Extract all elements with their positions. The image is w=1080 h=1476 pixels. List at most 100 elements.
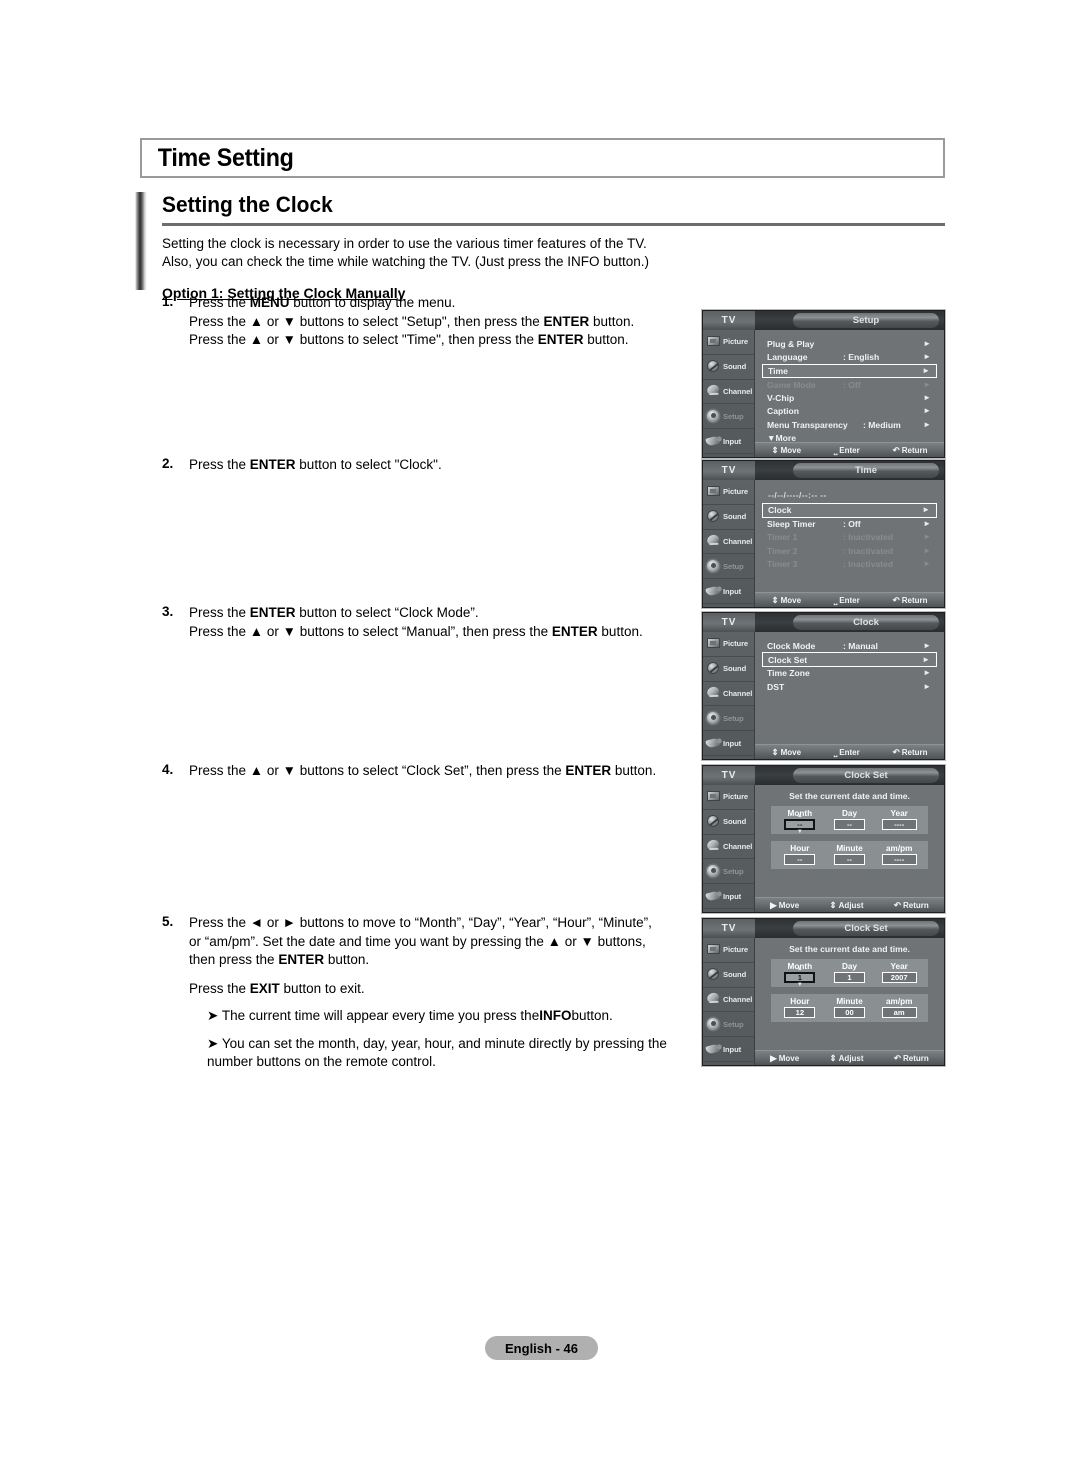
menu-row-clock-mode[interactable]: Clock Mode : Manual ► xyxy=(763,639,937,652)
sidebar-item-sound[interactable]: Sound xyxy=(703,505,754,530)
step-5-line-1: Press the ◄ or ► buttons to move to “Mon… xyxy=(189,915,652,930)
osd-help-bar: ▶ Move ⇕ Adjust ↶ Return xyxy=(755,897,944,912)
field-day[interactable]: -- xyxy=(834,819,865,830)
sidebar-item-setup[interactable]: Setup xyxy=(703,554,754,580)
menu-row-plug-and-play[interactable]: Plug & Play ► xyxy=(763,337,937,350)
menu-row-label: Clock xyxy=(768,505,792,516)
menu-row-clock[interactable]: Clock ► xyxy=(762,503,937,518)
osd-title: Clock Set xyxy=(793,768,939,783)
osd-sidebar[interactable]: Picture Sound Channel Setup Input xyxy=(703,480,755,607)
field-minute[interactable]: 00 xyxy=(834,1007,865,1018)
sidebar-item-input[interactable]: Input xyxy=(703,429,754,454)
step-1-body: Press the MENU button to display the men… xyxy=(189,294,634,350)
label-day: Day xyxy=(841,809,858,818)
section-divider xyxy=(162,223,945,226)
osd-sidebar[interactable]: Picture Sound Channel Setup Input xyxy=(703,632,755,759)
osd-titlebar: TV Setup xyxy=(703,311,944,330)
sidebar-item-input[interactable]: Input xyxy=(703,731,754,756)
sidebar-item-picture[interactable]: Picture xyxy=(703,938,754,963)
picture-icon xyxy=(705,483,722,500)
help-return: ↶ Return xyxy=(893,899,929,910)
menu-row-time[interactable]: Time ► xyxy=(762,363,937,379)
menu-row-time-zone[interactable]: Time Zone ► xyxy=(763,667,937,680)
osd-clock-menu[interactable]: TV Clock Picture Sound Channel Setup Inp… xyxy=(702,612,945,760)
right-arrow-icon: ▶ xyxy=(770,1052,777,1063)
speaker-icon xyxy=(705,660,722,677)
osd-setup-menu[interactable]: TV Setup Picture Sound Channel Setup Inp… xyxy=(702,310,945,458)
note-2: ➤ You can set the month, day, year, hour… xyxy=(207,1035,667,1070)
sidebar-item-picture[interactable]: Picture xyxy=(703,785,754,810)
label-ampm: am/pm xyxy=(885,844,913,853)
field-year[interactable]: 2007 xyxy=(881,972,917,983)
sidebar-item-channel[interactable]: Channel xyxy=(703,530,754,555)
field-ampm[interactable]: am xyxy=(881,1007,917,1018)
field-minute[interactable]: -- xyxy=(834,854,865,865)
field-hour[interactable]: 12 xyxy=(784,1007,816,1018)
menu-row-label: Game Mode xyxy=(767,379,816,390)
sidebar-item-picture[interactable]: Picture xyxy=(703,632,754,657)
sidebar-label: Sound xyxy=(723,362,747,372)
sidebar-item-channel[interactable]: Channel xyxy=(703,988,754,1013)
sidebar-label: Setup xyxy=(723,713,744,723)
sidebar-item-sound[interactable]: Sound xyxy=(703,657,754,682)
sidebar-item-sound[interactable]: Sound xyxy=(703,963,754,988)
sidebar-item-picture[interactable]: Picture xyxy=(703,480,754,505)
step-4-number: 4. xyxy=(162,762,174,777)
menu-row-menu-transparency[interactable]: Menu Transparency : Medium ► xyxy=(763,418,937,431)
time-group: Hour Minute am/pm -- -- ---- xyxy=(771,841,928,869)
menu-row-clock-set[interactable]: Clock Set ► xyxy=(762,652,937,667)
help-enter: ⎵ Enter xyxy=(833,444,860,455)
sidebar-item-input[interactable]: Input xyxy=(703,579,754,604)
help-move: ⇕ Move xyxy=(771,444,802,455)
sidebar-item-setup[interactable]: Setup xyxy=(703,404,754,430)
osd-sidebar[interactable]: Picture Sound Channel Setup Input xyxy=(703,938,755,1065)
sidebar-item-input[interactable]: Input xyxy=(703,1037,754,1062)
menu-row-label: Time xyxy=(768,365,788,376)
osd-clock-set-filled[interactable]: TV Clock Set Picture Sound Channel Setup… xyxy=(702,918,945,1066)
field-hour[interactable]: -- xyxy=(784,854,816,865)
gear-icon xyxy=(705,558,722,575)
satellite-dish-icon xyxy=(705,533,722,550)
gear-icon xyxy=(705,408,722,425)
label-ampm: am/pm xyxy=(885,997,913,1006)
sidebar-item-picture[interactable]: Picture xyxy=(703,330,754,355)
osd-time-menu[interactable]: TV Time Picture Sound Channel Setup Inpu… xyxy=(702,460,945,608)
sidebar-item-setup[interactable]: Setup xyxy=(703,859,754,885)
menu-row-label: Menu Transparency xyxy=(767,419,848,430)
osd-sidebar[interactable]: Picture Sound Channel Setup Input xyxy=(703,785,755,912)
sidebar-item-channel[interactable]: Channel xyxy=(703,380,754,405)
field-day[interactable]: 1 xyxy=(834,972,865,983)
sidebar-item-sound[interactable]: Sound xyxy=(703,810,754,835)
sidebar-item-sound[interactable]: Sound xyxy=(703,355,754,380)
chevron-right-icon: ► xyxy=(922,505,930,515)
sidebar-label: Input xyxy=(723,436,742,446)
field-year[interactable]: ---- xyxy=(881,819,917,830)
step-4: 4. Press the ▲ or ▼ buttons to select “C… xyxy=(162,762,656,781)
field-ampm[interactable]: ---- xyxy=(881,854,917,865)
osd-clock-set-empty[interactable]: TV Clock Set Picture Sound Channel Setup… xyxy=(702,765,945,913)
osd-titlebar: TV Time xyxy=(703,461,944,480)
sidebar-item-input[interactable]: Input xyxy=(703,884,754,909)
osd-sidebar[interactable]: Picture Sound Channel Setup Input xyxy=(703,330,755,457)
chevron-right-icon: ► xyxy=(923,640,931,650)
menu-row-caption[interactable]: Caption ► xyxy=(763,405,937,418)
sidebar-item-channel[interactable]: Channel xyxy=(703,835,754,860)
menu-row-sleep-timer[interactable]: Sleep Timer : Off ► xyxy=(763,518,937,531)
osd-titlebar: TV Clock Set xyxy=(703,919,944,938)
step-3-number: 3. xyxy=(162,604,174,619)
chevron-right-icon: ► xyxy=(923,532,931,542)
field-month[interactable]: ▲ 1 ▼ xyxy=(784,966,816,988)
menu-row-label: Language xyxy=(767,351,808,362)
step-2: 2. Press the ENTER button to select "Clo… xyxy=(162,456,442,475)
sidebar-item-channel[interactable]: Channel xyxy=(703,682,754,707)
help-adjust: ⇕ Adjust xyxy=(829,1052,864,1063)
osd-title: Time xyxy=(793,463,939,478)
menu-row-dst[interactable]: DST ► xyxy=(763,680,937,693)
menu-row-language[interactable]: Language : English ► xyxy=(763,350,937,363)
menu-row-v-chip[interactable]: V-Chip ► xyxy=(763,391,937,404)
enter-key-icon: ⎵ xyxy=(833,746,838,757)
field-month[interactable]: ▲ -- ▼ xyxy=(784,813,816,835)
sidebar-item-setup[interactable]: Setup xyxy=(703,1012,754,1038)
sidebar-item-setup[interactable]: Setup xyxy=(703,706,754,732)
chevron-right-icon: ► xyxy=(923,351,931,361)
